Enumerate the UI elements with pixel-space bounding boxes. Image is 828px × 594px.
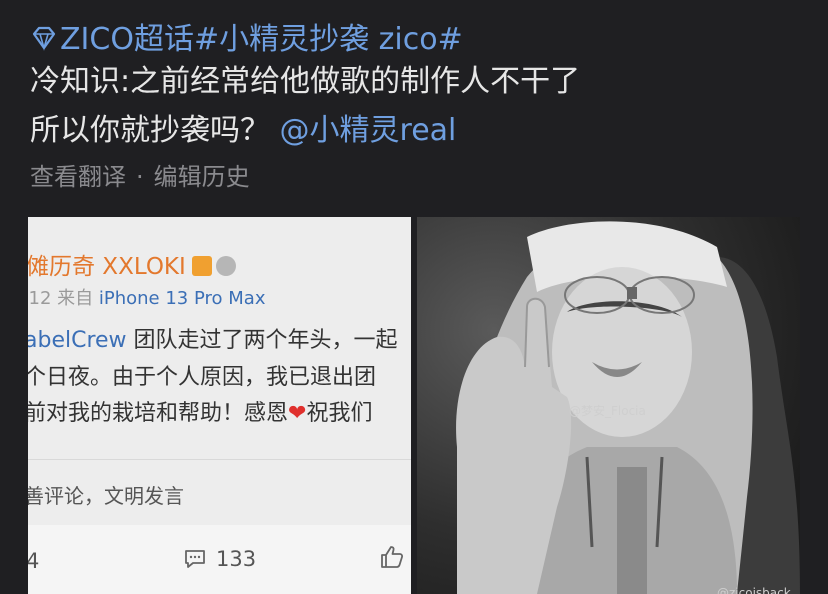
post-meta: 查看翻译 · 编辑历史 bbox=[30, 160, 250, 194]
diamond-icon bbox=[32, 26, 56, 51]
quoted-body-line-2: 个日夜。由于个人原因，我已退出团 bbox=[28, 365, 377, 390]
post-image-screenshot[interactable]: 傩历奇 XXLOKI -12 来自 iPhone 13 Pro Max abel… bbox=[28, 217, 411, 594]
weibo-post: ZICO超话#小精灵抄袭 zico# 冷知识:之前经常给他做歌的制作人不干了 所… bbox=[0, 0, 828, 594]
heart-icon: ❤ bbox=[288, 401, 307, 426]
watermark: @梦安_Flocia bbox=[569, 404, 646, 418]
comment-icon bbox=[185, 550, 205, 568]
edit-history-link[interactable]: 编辑历史 bbox=[154, 163, 250, 191]
meta-separator: · bbox=[136, 163, 144, 191]
quoted-body-line-3: 前对我的栽培和帮助！感恩❤祝我们 bbox=[28, 401, 373, 426]
translate-link[interactable]: 查看翻译 bbox=[30, 163, 126, 191]
post-image-photo[interactable]: @梦安_Flocia @zicoisback bbox=[417, 217, 800, 594]
post-text-line-3: 所以你就抄袭吗？ @小精灵real bbox=[30, 111, 456, 151]
divider bbox=[28, 459, 411, 460]
quoted-meta: -12 来自 iPhone 13 Pro Max bbox=[28, 288, 266, 309]
crown-badge-icon bbox=[191, 256, 212, 276]
post-text: 所以你就抄袭吗？ bbox=[30, 113, 270, 148]
mention-link[interactable]: @小精灵real bbox=[280, 113, 457, 148]
quoted-body-line-1: abelCrew 团队走过了两个年头，一起 bbox=[28, 328, 398, 353]
topic-line: ZICO超话#小精灵抄袭 zico# bbox=[30, 20, 463, 60]
device-label: iPhone 13 Pro Max bbox=[98, 288, 266, 309]
medal-badge-icon bbox=[215, 256, 236, 276]
quoted-user-name: 傩历奇 XXLOKI bbox=[28, 247, 236, 281]
watermark: @zicoisback bbox=[717, 586, 791, 594]
thumbs-up-icon bbox=[381, 546, 404, 568]
comment-placeholder: 善评论，文明发言 bbox=[28, 484, 184, 508]
topic-link[interactable]: ZICO超话#小精灵抄袭 zico# bbox=[60, 22, 463, 57]
comment-count: 133 bbox=[216, 547, 257, 571]
post-text-line-2: 冷知识:之前经常给他做歌的制作人不干了 bbox=[30, 64, 581, 99]
repost-count: 4 bbox=[28, 549, 40, 573]
